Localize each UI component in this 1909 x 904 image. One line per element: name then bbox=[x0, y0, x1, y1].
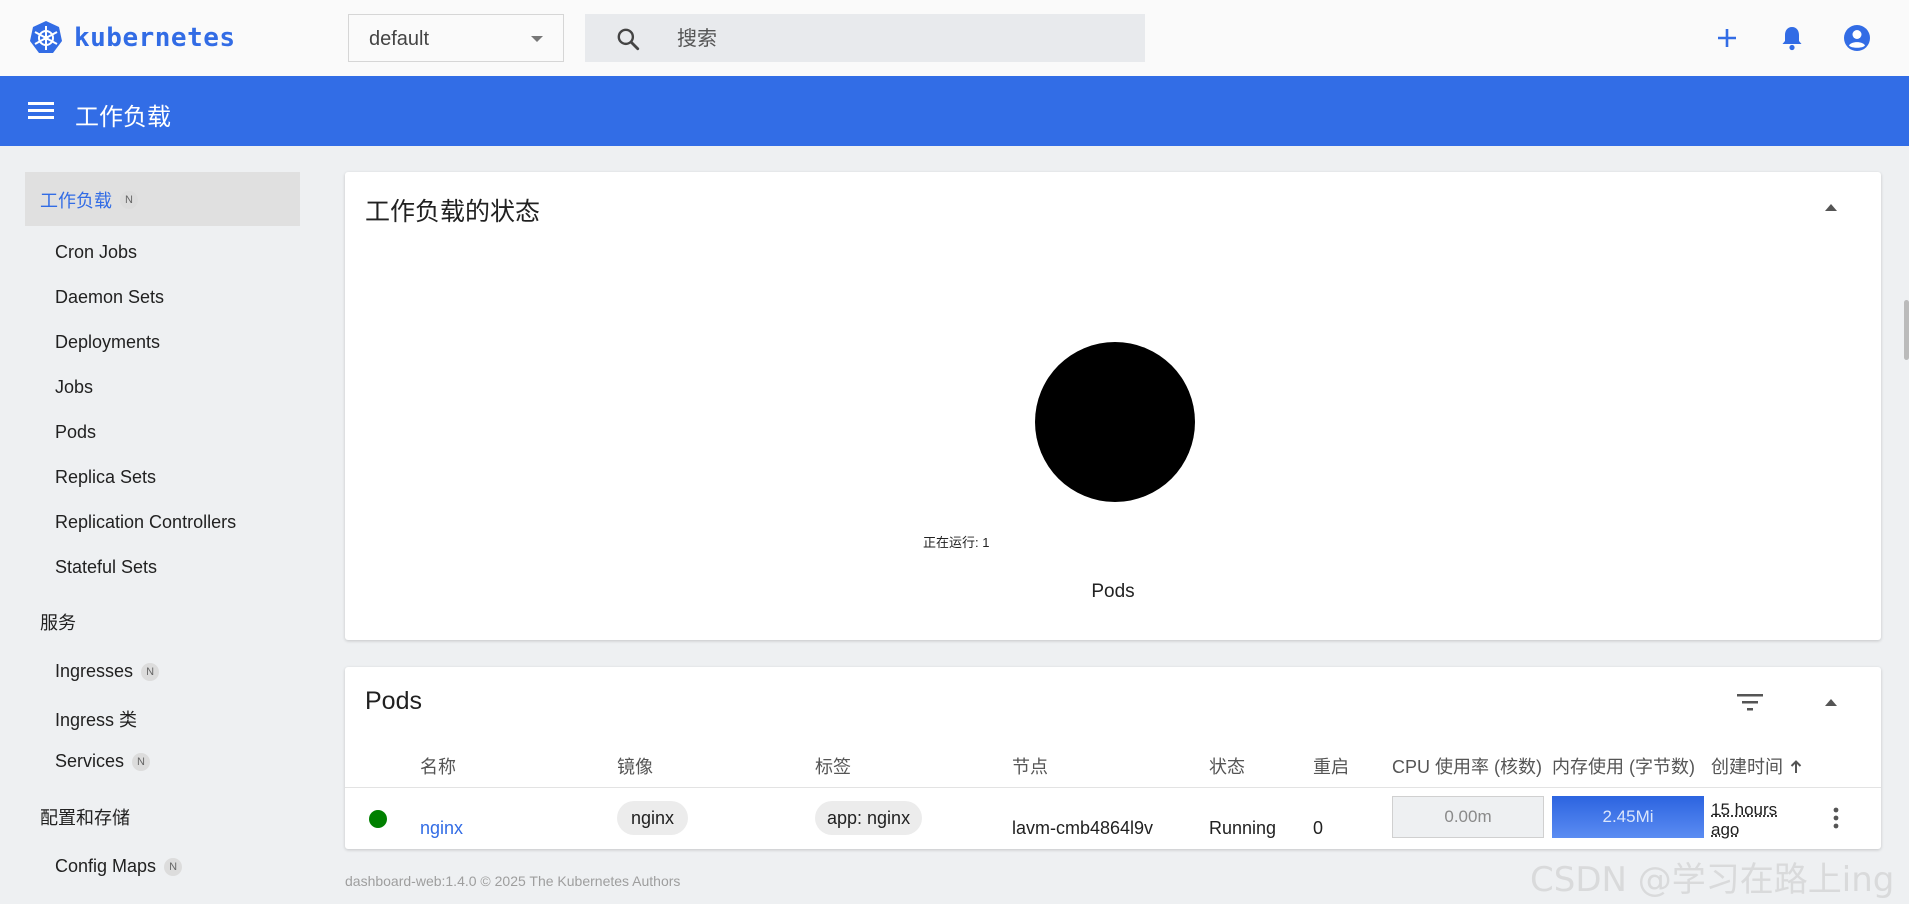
pod-name-link[interactable]: nginx bbox=[420, 818, 463, 839]
search-icon[interactable] bbox=[615, 26, 641, 52]
sidebar-item-label: Cron Jobs bbox=[55, 242, 138, 262]
sidebar-item-daemon-sets[interactable]: Daemon Sets bbox=[55, 287, 164, 308]
watermark: CSDN @学习在路上ing bbox=[1530, 860, 1895, 900]
running-status-icon bbox=[369, 810, 387, 828]
sidebar-item-jobs[interactable]: Jobs bbox=[55, 377, 93, 398]
sidebar-item-label: Ingresses bbox=[55, 661, 134, 681]
sidebar-item-ingress-classes[interactable]: Ingress 类 bbox=[55, 706, 137, 732]
sort-arrow-up-icon bbox=[1790, 760, 1802, 773]
card-title: 工作负载的状态 bbox=[365, 198, 541, 226]
namespaced-badge: N bbox=[141, 662, 160, 681]
created-time: 15 hours ago bbox=[1711, 800, 1777, 840]
created-time-line: ago bbox=[1711, 820, 1740, 839]
sidebar-item-replica-sets[interactable]: Replica Sets bbox=[55, 467, 156, 488]
namespace-select[interactable]: default bbox=[348, 14, 564, 62]
memory-usage-sparkline: 2.45Mi bbox=[1552, 796, 1704, 838]
workload-status-card: 工作负载的状态 正在运行: 1 Pods bbox=[345, 172, 1881, 640]
top-bar: kubernetes default bbox=[0, 0, 1909, 77]
column-header-name[interactable]: 名称 bbox=[420, 753, 456, 779]
sidebar-item-workloads[interactable]: 工作负载 N bbox=[40, 187, 138, 213]
column-header-restarts[interactable]: 重启 bbox=[1313, 753, 1349, 779]
created-time-line: 15 hours bbox=[1711, 800, 1778, 819]
sidebar-item-label: 工作负载 bbox=[40, 191, 112, 211]
sidebar-item-label: Services bbox=[55, 751, 125, 771]
filter-icon[interactable] bbox=[1737, 692, 1763, 712]
pods-pie-slice-running bbox=[1035, 342, 1195, 502]
namespaced-badge: N bbox=[164, 857, 183, 876]
more-vert-icon[interactable] bbox=[1832, 806, 1840, 830]
column-header-status[interactable]: 状态 bbox=[1209, 753, 1245, 779]
column-header-cpu[interactable]: CPU 使用率 (核数) bbox=[1392, 753, 1542, 779]
sidebar-item-label: Ingress 类 bbox=[55, 710, 138, 730]
cpu-usage-value: 0.00m bbox=[1444, 807, 1492, 826]
restart-count: 0 bbox=[1313, 818, 1324, 838]
namespace-value: default bbox=[369, 28, 430, 50]
sidebar-item-label: Config Maps bbox=[55, 856, 157, 876]
account-circle-icon bbox=[1844, 25, 1870, 51]
search-input[interactable] bbox=[675, 14, 1119, 64]
pods-card: Pods 名称 镜像 标签 节点 状态 重启 CPU 使用率 (核数) 内存使用… bbox=[345, 667, 1881, 849]
pie-caption: Pods bbox=[1091, 581, 1135, 602]
collapse-icon[interactable] bbox=[1825, 204, 1837, 211]
bell-icon bbox=[1782, 27, 1802, 51]
add-button[interactable] bbox=[1711, 22, 1743, 54]
sidebar-item-ingresses[interactable]: Ingresses N bbox=[55, 661, 160, 682]
sidebar-item-label: Jobs bbox=[55, 377, 94, 397]
chevron-down-icon bbox=[531, 36, 543, 42]
search-bar bbox=[585, 14, 1145, 64]
sidebar-item-deployments[interactable]: Deployments bbox=[55, 332, 160, 353]
namespaced-badge: N bbox=[132, 752, 151, 771]
column-header-node[interactable]: 节点 bbox=[1012, 753, 1048, 779]
pod-status: Running bbox=[1209, 818, 1277, 838]
menu-icon[interactable] bbox=[28, 99, 54, 121]
sidebar-section-services[interactable]: 服务 bbox=[40, 609, 76, 635]
node-name[interactable]: lavm-cmb4864l9v bbox=[1012, 818, 1153, 839]
label-chip: app: nginx bbox=[815, 801, 923, 835]
sidebar-item-label: Daemon Sets bbox=[55, 287, 165, 307]
collapse-icon[interactable] bbox=[1825, 699, 1837, 706]
card-title: Pods bbox=[365, 687, 422, 715]
sidebar-item-cron-jobs[interactable]: Cron Jobs bbox=[55, 242, 137, 263]
sidebar-item-replication-controllers[interactable]: Replication Controllers bbox=[55, 512, 236, 533]
table-divider bbox=[345, 787, 1881, 788]
column-header-memory[interactable]: 内存使用 (字节数) bbox=[1552, 753, 1695, 779]
sidebar-item-config-maps[interactable]: Config Maps N bbox=[55, 856, 183, 877]
sidebar-item-label: Stateful Sets bbox=[55, 557, 158, 577]
sidebar: 工作负载 N Cron Jobs Daemon Sets Deployments… bbox=[0, 146, 320, 904]
kubernetes-wheel-icon bbox=[30, 21, 62, 53]
kubernetes-logo[interactable]: kubernetes bbox=[28, 20, 236, 56]
app-name: kubernetes bbox=[74, 23, 236, 53]
image-chip: nginx bbox=[617, 801, 689, 835]
column-header-created[interactable]: 创建时间 bbox=[1711, 753, 1802, 779]
footer-text: dashboard-web:1.4.0 © 2025 The Kubernete… bbox=[345, 873, 681, 889]
column-header-created-label: 创建时间 bbox=[1711, 757, 1783, 777]
notifications-button[interactable] bbox=[1776, 22, 1808, 54]
namespaced-badge: N bbox=[120, 191, 138, 209]
account-button[interactable] bbox=[1841, 22, 1873, 54]
sidebar-section-config-storage[interactable]: 配置和存储 bbox=[40, 804, 130, 830]
column-header-image: 镜像 bbox=[617, 757, 653, 777]
page-header: 工作负载 bbox=[0, 76, 1909, 146]
page-title: 工作负载 bbox=[75, 104, 171, 131]
pie-data-label: 正在运行: 1 bbox=[923, 535, 990, 550]
sidebar-item-pods[interactable]: Pods bbox=[55, 422, 96, 443]
sidebar-item-services[interactable]: Services N bbox=[55, 751, 151, 772]
sidebar-item-label: Pods bbox=[55, 422, 97, 442]
plus-icon bbox=[1718, 29, 1736, 47]
column-header-labels: 标签 bbox=[815, 757, 851, 777]
memory-usage-value: 2.45Mi bbox=[1602, 807, 1654, 826]
sidebar-item-stateful-sets[interactable]: Stateful Sets bbox=[55, 557, 157, 578]
cpu-usage-sparkline: 0.00m bbox=[1392, 796, 1544, 838]
sidebar-item-label: Deployments bbox=[55, 332, 161, 352]
sidebar-item-label: Replication Controllers bbox=[55, 512, 237, 532]
page-scrollbar[interactable] bbox=[1904, 300, 1909, 360]
sidebar-item-label: Replica Sets bbox=[55, 467, 157, 487]
